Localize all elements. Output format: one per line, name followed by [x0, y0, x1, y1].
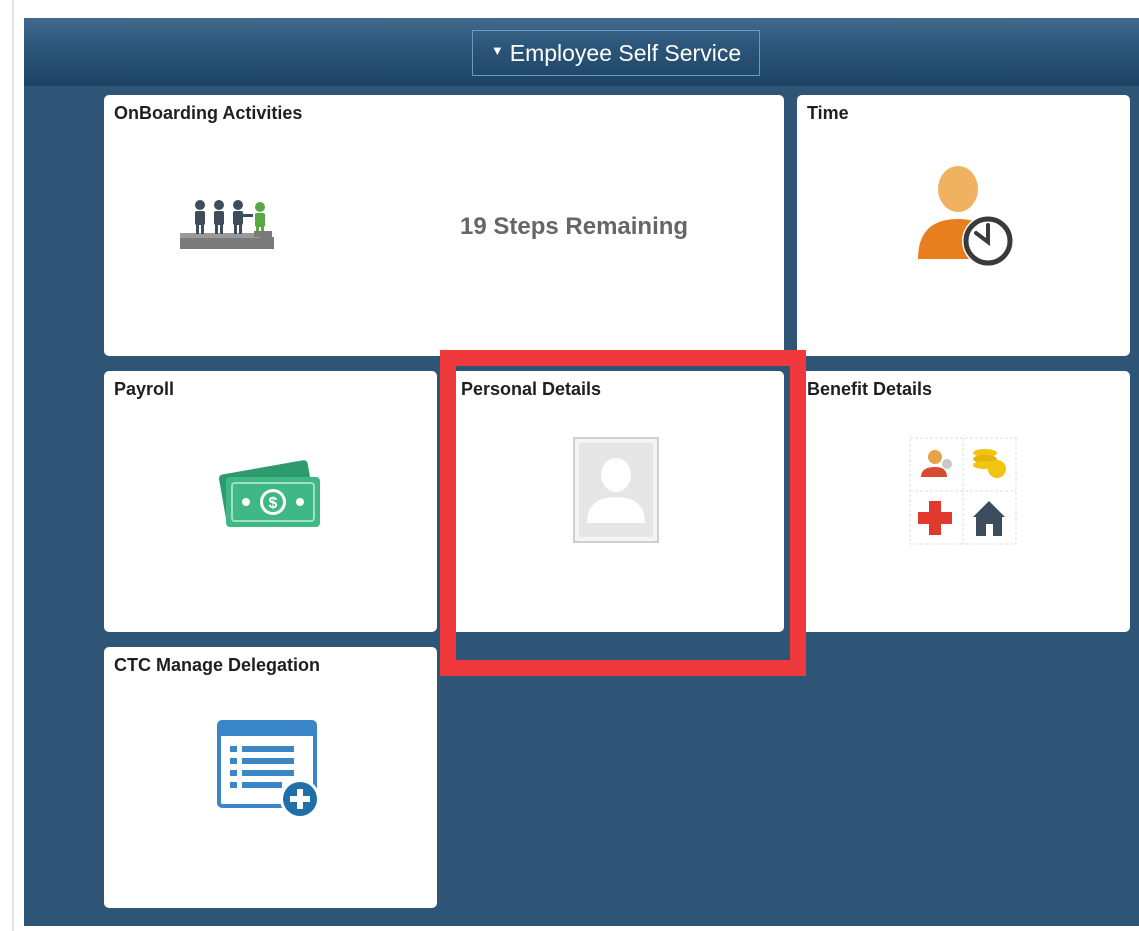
- onboarding-people-icon: [178, 199, 276, 253]
- tile-ctc-manage-delegation[interactable]: CTC Manage Delegation: [104, 647, 437, 908]
- tile-dashboard: OnBoarding Activities 19 Steps Remaining…: [24, 86, 1139, 926]
- onboarding-status-text: 19 Steps Remaining: [460, 213, 689, 240]
- window-border: [12, 0, 14, 931]
- tile-title: OnBoarding Activities: [114, 103, 303, 123]
- benefits-grid-icon: [909, 437, 1017, 545]
- tile-title: CTC Manage Delegation: [114, 655, 321, 675]
- list-add-icon: [216, 719, 326, 821]
- tile-payroll[interactable]: Payroll $: [104, 371, 437, 632]
- tile-time[interactable]: Time: [797, 95, 1130, 356]
- money-icon: $: [216, 457, 326, 531]
- person-clock-icon: [910, 159, 1020, 269]
- tile-benefit-details[interactable]: Benefit Details: [797, 371, 1130, 632]
- homepage-selector-label: Employee Self Service: [509, 39, 742, 66]
- person-placeholder-icon: [573, 437, 659, 543]
- svg-text:$: $: [269, 495, 278, 512]
- homepage-selector-dropdown[interactable]: ▼ Employee Self Service: [472, 30, 760, 76]
- tile-onboarding-activities[interactable]: OnBoarding Activities 19 Steps Remaining: [104, 95, 784, 356]
- tile-title: Benefit Details: [807, 379, 933, 399]
- caret-down-icon: ▼: [490, 42, 504, 58]
- tile-title: Payroll: [114, 379, 175, 399]
- tile-title: Time: [807, 103, 849, 123]
- app-window: ▼ Employee Self Service OnBoarding Activ…: [0, 0, 1139, 931]
- tile-personal-details[interactable]: Personal Details: [451, 371, 784, 632]
- tile-title: Personal Details: [461, 379, 602, 399]
